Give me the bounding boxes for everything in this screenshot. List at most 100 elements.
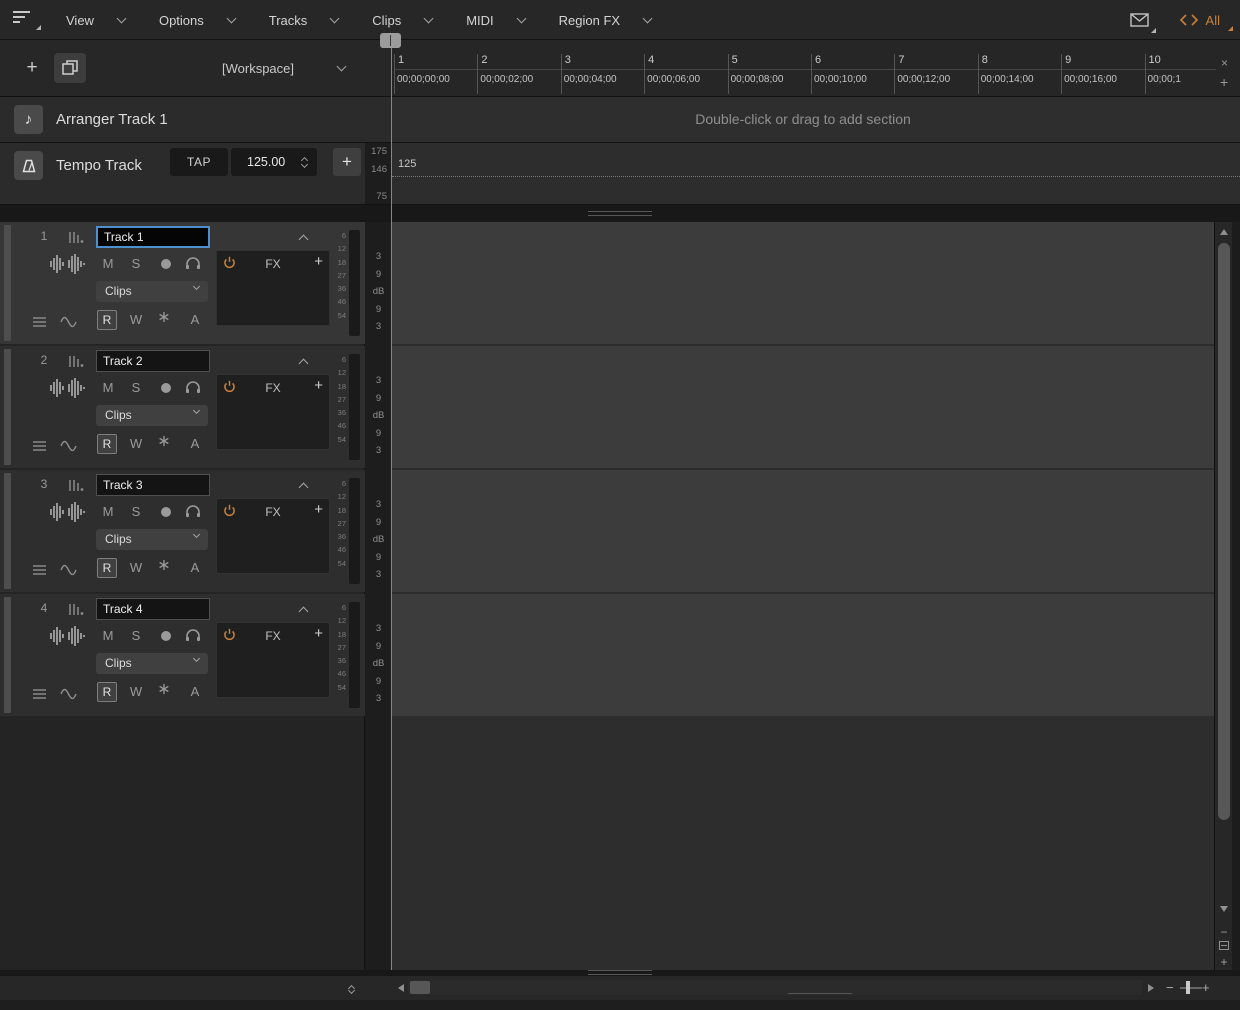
record-arm-button[interactable] [157,379,175,397]
solo-button[interactable]: S [127,255,145,273]
input-echo-button[interactable] [185,256,201,275]
fx-rack[interactable]: FX + [216,374,330,450]
track-name-input[interactable]: Track 3 [96,474,210,496]
ruler-cell[interactable]: 100;00;00;00 [394,54,477,94]
ruler-cell[interactable]: 200;00;02;00 [477,54,560,94]
fx-add-button[interactable]: + [314,253,323,270]
hzoom-slider[interactable] [1180,987,1202,989]
meter-toggle-icon[interactable] [68,603,84,621]
track-color-strip[interactable] [4,597,11,713]
menu-options[interactable]: Options [159,13,235,28]
playhead-marker[interactable] [380,33,401,48]
track-row[interactable]: 3 Track 3 M S FX + Clips R W ∗ A [0,470,365,592]
scroll-down-icon[interactable] [1220,906,1228,912]
ruler-cell[interactable]: 500;00;08;00 [728,54,811,94]
horizontal-scrollbar-thumb[interactable] [410,981,430,994]
ruler-cell[interactable]: 400;00;06;00 [644,54,727,94]
record-arm-button[interactable] [157,255,175,273]
clips-pane[interactable] [392,222,1214,970]
track-list-icon[interactable] [32,687,47,705]
tempo-spinner[interactable] [299,148,313,176]
tempo-envelope-line[interactable] [392,176,1240,177]
ruler-cell[interactable]: 700;00;12;00 [894,54,977,94]
mute-button[interactable]: M [99,255,117,273]
audition-button[interactable]: A [186,683,204,701]
mute-button[interactable]: M [99,503,117,521]
input-echo-button[interactable] [185,380,201,399]
mute-button[interactable]: M [99,379,117,397]
automation-read-button[interactable]: R [97,558,117,578]
solo-button[interactable]: S [127,627,145,645]
panel-resize-control[interactable] [344,978,362,998]
tempo-track-header[interactable]: Tempo Track TAP 125.00 + [0,143,365,205]
audition-button[interactable]: A [186,435,204,453]
screenset-button[interactable] [1123,6,1157,34]
collapse-chevron-icon[interactable] [300,602,316,616]
track-row[interactable]: 1 Track 1 M S FX + Clips R W ∗ A [0,222,365,344]
ruler-cell[interactable]: 300;00;04;00 [561,54,644,94]
solo-button[interactable]: S [127,379,145,397]
clips-dropdown[interactable]: Clips [96,405,208,426]
fx-rack[interactable]: FX + [216,622,330,698]
time-ruler[interactable]: 100;00;00;00 200;00;02;00 300;00;04;00 4… [392,40,1216,97]
clips-dropdown[interactable]: Clips [96,281,208,302]
track-name-input[interactable]: Track 2 [96,350,210,372]
vzoom-fit-button[interactable] [1219,941,1229,950]
track-list-icon[interactable] [32,439,47,457]
freeze-icon-button[interactable]: ∗ [155,433,173,451]
record-arm-button[interactable] [157,503,175,521]
hamburger-menu-icon[interactable] [12,9,42,31]
freeze-icon-button[interactable]: ∗ [155,681,173,699]
track-row[interactable]: 4 Track 4 M S FX + Clips R W ∗ A [0,594,365,716]
ruler-cell[interactable]: 900;00;16;00 [1061,54,1144,94]
track-color-strip[interactable] [4,349,11,465]
track-lane[interactable] [392,222,1214,344]
meter-toggle-icon[interactable] [68,355,84,373]
collapse-chevron-icon[interactable] [300,230,316,244]
automation-wave-icon[interactable] [60,687,77,705]
audition-button[interactable]: A [186,311,204,329]
clips-dropdown[interactable]: Clips [96,653,208,674]
automation-read-button[interactable]: R [97,682,117,702]
input-echo-button[interactable] [185,504,201,523]
automation-write-button[interactable]: W [127,435,145,453]
ruler-cell[interactable]: 1000;00;1 [1145,54,1216,94]
fx-add-button[interactable]: + [314,501,323,518]
workspace-dropdown[interactable]: [Workspace] [222,40,345,97]
meter-toggle-icon[interactable] [68,479,84,497]
vertical-scrollbar-thumb[interactable] [1218,243,1230,820]
audition-button[interactable]: A [186,559,204,577]
track-list-icon[interactable] [32,315,47,333]
horizontal-splitter[interactable] [0,205,1240,222]
menu-view[interactable]: View [66,13,125,28]
automation-wave-icon[interactable] [60,439,77,457]
track-name-input[interactable]: Track 4 [96,598,210,620]
hzoom-slider-thumb[interactable] [1186,981,1190,994]
duplicate-button[interactable] [54,53,86,83]
splitter-grip[interactable] [588,970,652,975]
vertical-scrollbar[interactable]: − + [1214,222,1232,970]
automation-write-button[interactable]: W [127,311,145,329]
track-color-strip[interactable] [4,473,11,589]
spinner-down-icon[interactable] [301,161,308,168]
freeze-icon-button[interactable]: ∗ [155,557,173,575]
track-color-strip[interactable] [4,225,11,341]
close-button[interactable]: × [1221,57,1228,69]
ruler-cell[interactable]: 600;00;10;00 [811,54,894,94]
automation-read-button[interactable]: R [97,310,117,330]
menu-region-fx[interactable]: Region FX [559,13,651,28]
horizontal-scrollbar[interactable] [408,980,1142,995]
automation-wave-icon[interactable] [60,315,77,333]
track-name-input[interactable]: Track 1 [96,226,210,248]
fx-rack[interactable]: FX + [216,498,330,574]
fx-add-button[interactable]: + [314,625,323,642]
add-tempo-button[interactable]: + [333,148,361,176]
automation-read-button[interactable]: R [97,434,117,454]
offset-all-button[interactable]: All [1173,9,1234,32]
arranger-lane[interactable]: Double-click or drag to add section [392,97,1240,143]
zoom-in-ruler-button[interactable]: + [1220,75,1228,89]
scroll-up-icon[interactable] [1220,229,1228,235]
track-list-icon[interactable] [32,563,47,581]
track-lane[interactable] [392,346,1214,468]
collapse-chevron-icon[interactable] [300,354,316,368]
